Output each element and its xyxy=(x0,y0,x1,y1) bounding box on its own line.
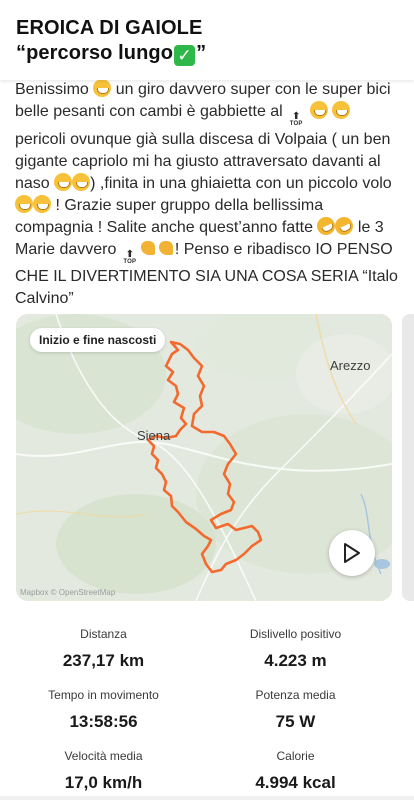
stat-elevation-gain: Dislivello positivo 4.223 m xyxy=(192,626,399,672)
stat-value: 13:58:56 xyxy=(69,712,138,731)
stat-label: Potenza media xyxy=(255,688,336,702)
stat-calories: Calorie 4.994 kcal xyxy=(192,748,399,794)
title-closing-quote: ” xyxy=(196,42,207,64)
play-icon xyxy=(344,543,360,563)
flexed-biceps-icon xyxy=(157,239,175,257)
stat-value: 4.223 m xyxy=(264,651,327,670)
title-text: “percorso lungo xyxy=(16,42,174,64)
grinning-face-icon xyxy=(309,101,328,119)
top-arrow-icon: ⬆ TOP xyxy=(287,111,305,129)
desc-text-1: Benissimo xyxy=(15,81,89,98)
stat-average-speed: Velocità media 17,0 km/h xyxy=(0,748,207,794)
stat-label: Tempo in movimento xyxy=(48,688,159,702)
stat-label: Calorie xyxy=(276,749,315,763)
desc-text-5: ! Grazie super gruppo della bellissima c… xyxy=(15,196,324,236)
stat-value: 17,0 km/h xyxy=(64,773,143,792)
activity-header: EROICA DI GAIOLE “percorso lungo ✓” xyxy=(0,0,414,80)
grinning-face-icon xyxy=(33,194,51,213)
top-arrow-label: TOP xyxy=(289,121,303,127)
privacy-zone-badge: Inizio e fine nascosti xyxy=(30,328,166,352)
stat-value: 237,17 km xyxy=(62,651,145,670)
map-attribution: Mapbox © OpenStreetMap xyxy=(20,588,116,597)
top-arrow-glyph: ⬆ xyxy=(125,248,135,260)
stat-distance: Distanza 237,17 km xyxy=(0,626,207,672)
next-media-peek[interactable] xyxy=(402,314,414,601)
stat-moving-time: Tempo in movimento 13:58:56 xyxy=(0,687,207,733)
flexed-biceps-icon xyxy=(139,239,157,257)
bottom-divider xyxy=(0,796,414,800)
activity-description: Benissimo un giro davvero super con le s… xyxy=(15,79,403,310)
desc-text-4: ) ,finita in una ghiaietta con un piccol… xyxy=(90,174,392,192)
stat-average-power: Potenza media 75 W xyxy=(192,687,399,733)
stat-value: 75 W xyxy=(275,712,316,731)
rolling-laughing-face-icon xyxy=(332,213,357,238)
top-arrow-glyph: ⬆ xyxy=(291,111,301,122)
top-arrow-icon: ⬆ TOP xyxy=(121,248,139,266)
activity-title-line2: “percorso lungo ✓” xyxy=(16,41,414,66)
stat-label: Dislivello positivo xyxy=(249,627,342,641)
check-mark-icon: ✓ xyxy=(174,45,196,66)
stat-label: Distanza xyxy=(80,627,127,641)
top-arrow-label: TOP xyxy=(123,258,137,265)
city-label-arezzo: Arezzo xyxy=(330,358,371,373)
grinning-face-icon xyxy=(54,172,73,191)
route-map[interactable]: Inizio e fine nascosti Arezzo Siena Mapb… xyxy=(16,314,392,601)
city-label-siena: Siena xyxy=(137,428,171,443)
stat-value: 4.994 kcal xyxy=(255,773,336,792)
activity-title-line1: EROICA DI GAIOLE xyxy=(16,17,203,39)
stat-label: Velocità media xyxy=(64,749,143,763)
grinning-face-icon xyxy=(93,79,112,97)
play-flyover-button[interactable] xyxy=(329,530,375,576)
grinning-face-icon xyxy=(15,194,33,213)
grinning-face-icon xyxy=(332,101,351,119)
grinning-face-icon xyxy=(72,172,91,191)
